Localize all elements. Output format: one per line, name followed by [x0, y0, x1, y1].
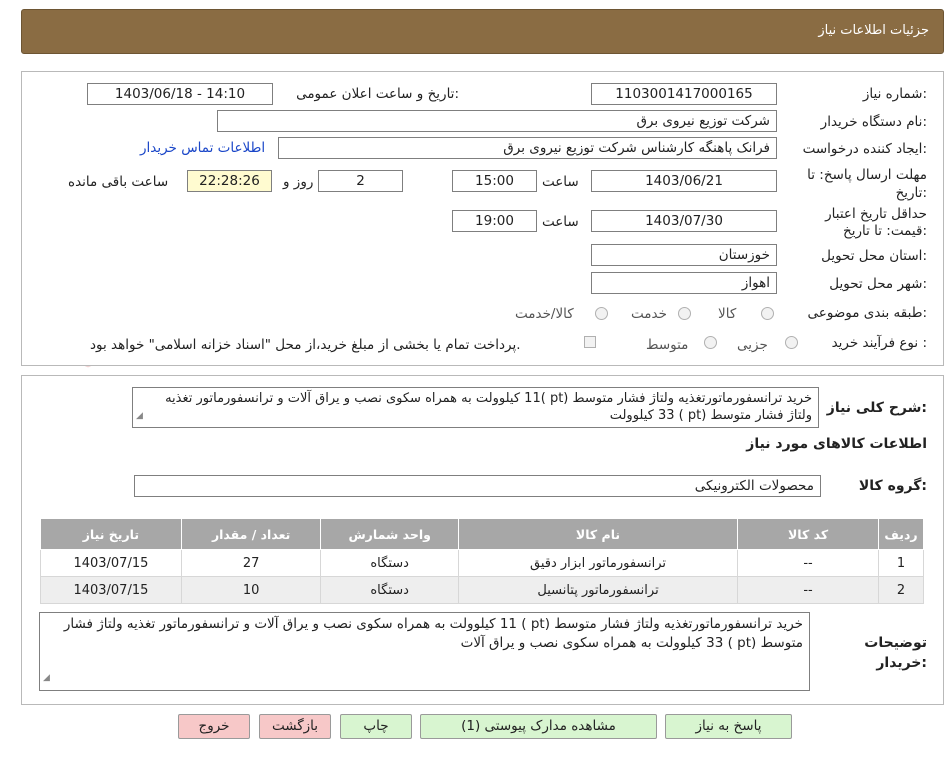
goods-group-field[interactable]: محصولات الکترونیکی: [134, 475, 821, 497]
reply-deadline-label: مهلت ارسال پاسخ: تا تاریخ:: [807, 167, 927, 201]
cell-item-name: ترانسفورماتور ابزار دقیق: [457, 549, 739, 577]
buyer-org-label: نام دستگاه خریدار:: [820, 114, 927, 130]
category-option-both: کالا/خدمت: [515, 306, 574, 322]
cell-row-number: 1: [877, 549, 925, 577]
col-need-date: تاریخ نیاز: [40, 518, 182, 550]
cell-need-date: 1403/07/15: [40, 576, 182, 604]
table-header-row: ردیف کد کالا نام کالا واحد شمارش تعداد /…: [40, 518, 925, 550]
page-header: جزئیات اطلاعات نیاز: [21, 9, 944, 54]
validity-time-field[interactable]: 19:00: [452, 210, 537, 232]
category-label: طبقه بندی موضوعی:: [807, 305, 927, 321]
cell-item-name: ترانسفورماتور پتانسیل: [457, 576, 739, 604]
cell-item-code: --: [737, 549, 879, 577]
payment-note: پرداخت تمام یا بخشی از مبلغ خرید،از محل …: [90, 337, 521, 353]
resize-handle-icon[interactable]: ◢: [43, 669, 50, 688]
city-label: شهر محل تحویل:: [829, 276, 927, 292]
goods-table: ردیف کد کالا نام کالا واحد شمارش تعداد /…: [40, 518, 925, 604]
city-field[interactable]: اهواز: [591, 272, 777, 294]
buyer-notes-label: توضیحات خریدار:: [864, 635, 927, 671]
col-item-name: نام کالا: [457, 518, 739, 550]
process-option-minor: جزیی: [737, 337, 768, 353]
reply-time-field[interactable]: 15:00: [452, 170, 537, 192]
cell-quantity: 27: [180, 549, 322, 577]
reply-button[interactable]: پاسخ به نیاز: [665, 714, 792, 739]
back-button[interactable]: بازگشت: [259, 714, 331, 739]
view-attachments-button[interactable]: مشاهده مدارک پیوستی (1): [420, 714, 657, 739]
goods-group-label: گروه کالا:: [858, 478, 927, 494]
treasury-payment-checkbox[interactable]: [584, 336, 596, 348]
need-number-field[interactable]: 1103001417000165: [591, 83, 777, 105]
page-title: جزئیات اطلاعات نیاز: [818, 23, 929, 38]
category-radio-service[interactable]: [678, 307, 691, 320]
print-button[interactable]: چاپ: [340, 714, 412, 739]
category-option-service: خدمت: [631, 306, 667, 322]
validity-label: حداقل تاریخ اعتبار قیمت: تا تاریخ:: [825, 206, 927, 239]
validity-time-label: ساعت: [542, 214, 579, 230]
process-option-medium: متوسط: [646, 337, 689, 353]
buyer-notes-text: خرید ترانسفورماتورتغذیه ولتاژ فشار متوسط…: [63, 616, 803, 651]
resize-handle-icon[interactable]: ◢: [136, 408, 143, 425]
process-radio-minor[interactable]: [785, 336, 798, 349]
col-item-code: کد کالا: [737, 518, 879, 550]
process-label: نوع فرآیند خرید :: [831, 335, 927, 351]
announce-label: تاریخ و ساعت اعلان عمومی:: [296, 86, 459, 102]
summary-label: شرح کلی نیاز:: [826, 400, 927, 416]
summary-text: خرید ترانسفورماتورتغذیه ولتاژ فشار متوسط…: [165, 391, 812, 423]
validity-date-field[interactable]: 1403/07/30: [591, 210, 777, 232]
province-field[interactable]: خوزستان: [591, 244, 777, 266]
days-label: روز و: [283, 174, 314, 190]
category-radio-both[interactable]: [595, 307, 608, 320]
province-label: استان محل تحویل:: [821, 248, 927, 264]
cell-unit: دستگاه: [320, 576, 459, 604]
goods-info-title: اطلاعات کالاهای مورد نیاز: [746, 436, 927, 452]
buyer-contact-link[interactable]: اطلاعات تماس خریدار: [140, 140, 265, 156]
buyer-org-field[interactable]: شرکت توزیع نیروی برق: [217, 110, 777, 132]
remaining-time-field: 22:28:26: [187, 170, 272, 192]
cell-row-number: 2: [877, 576, 925, 604]
category-radio-goods[interactable]: [761, 307, 774, 320]
category-option-goods: کالا: [718, 306, 737, 322]
cell-need-date: 1403/07/15: [40, 549, 182, 577]
remaining-label: ساعت باقی مانده: [68, 174, 169, 190]
col-row-number: ردیف: [877, 518, 925, 550]
buyer-notes-textarea[interactable]: خرید ترانسفورماتورتغذیه ولتاژ فشار متوسط…: [39, 612, 810, 691]
announce-datetime-field[interactable]: 1403/06/18 - 14:10: [87, 83, 273, 105]
exit-button[interactable]: خروج: [178, 714, 250, 739]
cell-item-code: --: [737, 576, 879, 604]
days-field[interactable]: 2: [318, 170, 403, 192]
need-number-label: شماره نیاز:: [862, 86, 927, 102]
process-radio-medium[interactable]: [704, 336, 717, 349]
col-quantity: تعداد / مقدار: [180, 518, 322, 550]
table-row[interactable]: 1 -- ترانسفورماتور ابزار دقیق دستگاه 27 …: [40, 549, 925, 577]
summary-textarea[interactable]: خرید ترانسفورماتورتغذیه ولتاژ فشار متوسط…: [132, 387, 819, 428]
cell-quantity: 10: [180, 576, 322, 604]
reply-time-label: ساعت: [542, 174, 579, 190]
col-unit: واحد شمارش: [320, 518, 459, 550]
table-row[interactable]: 2 -- ترانسفورماتور پتانسیل دستگاه 10 140…: [40, 576, 925, 604]
cell-unit: دستگاه: [320, 549, 459, 577]
reply-date-field[interactable]: 1403/06/21: [591, 170, 777, 192]
creator-label: ایجاد کننده درخواست:: [802, 141, 927, 157]
creator-field[interactable]: فرانک پاهنگه کارشناس شرکت توزیع نیروی بر…: [278, 137, 777, 159]
